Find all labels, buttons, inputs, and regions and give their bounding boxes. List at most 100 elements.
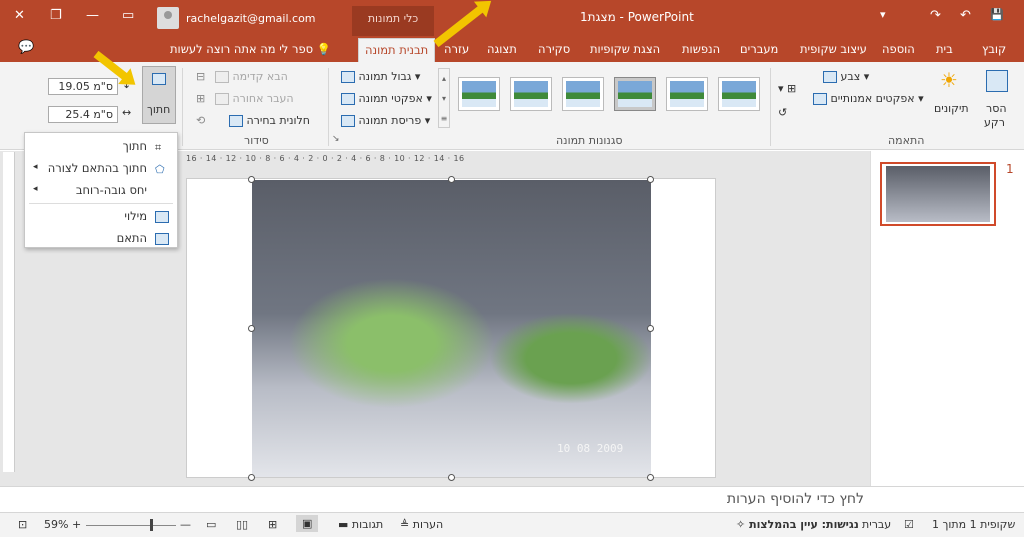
rotate-icon[interactable]: ⟲ (196, 114, 205, 127)
app-title: PowerPoint - מצגת1 (580, 10, 694, 24)
resize-handle[interactable] (448, 176, 455, 183)
ribbon-display-options-button[interactable]: ▭ (122, 8, 134, 23)
zoom-in-button[interactable]: — (180, 518, 191, 531)
resize-handle[interactable] (248, 474, 255, 481)
group-divider (770, 68, 771, 146)
reading-view-icon[interactable]: ▯▯ (236, 518, 248, 531)
tab-slideshow[interactable]: הצגת שקופיות (590, 42, 660, 56)
tell-me-search[interactable]: 💡 ספר לי מה אתה רוצה לעשות (170, 42, 331, 56)
slide-sorter-icon[interactable]: ⊞ (268, 518, 277, 531)
tab-file[interactable]: קובץ (982, 42, 1006, 56)
comments-button[interactable]: תגובות ▬ (338, 518, 383, 531)
send-backward-icon (215, 93, 229, 105)
zoom-level[interactable]: 59% (44, 518, 68, 531)
notes-pane[interactable]: לחץ כדי להוסיף הערות (0, 486, 1024, 512)
group-icon[interactable]: ⊞ (196, 92, 205, 105)
zoom-slider-thumb[interactable] (150, 519, 153, 531)
resize-handle[interactable] (248, 325, 255, 332)
tab-transitions[interactable]: מעברים (740, 42, 778, 56)
slide-number: 1 (1006, 162, 1014, 176)
picture-style-thumb[interactable] (562, 77, 604, 111)
bring-forward-button[interactable]: הבא קדימה (212, 70, 288, 83)
adjust-group-label: התאמה (888, 134, 925, 147)
resize-handle[interactable] (647, 176, 654, 183)
zoom-slider[interactable] (86, 525, 176, 526)
corrections-button[interactable]: ☀ תיקונים (930, 68, 970, 128)
width-input[interactable]: 25.4 ס"מ (48, 106, 118, 123)
send-backward-button[interactable]: העבר אחורה (212, 92, 294, 105)
align-icon[interactable]: ⊟ (196, 70, 205, 83)
menu-item-fill[interactable]: מילוי (124, 209, 147, 223)
group-divider (182, 68, 183, 146)
picture-style-thumb[interactable] (614, 77, 656, 111)
resize-handle[interactable] (647, 325, 654, 332)
height-input[interactable]: 19.05 ס"מ (48, 78, 118, 95)
picture-border-icon (341, 71, 355, 83)
selected-picture[interactable]: 10 08 2009 (252, 180, 651, 477)
crop-dropdown-menu: ⌗ חתוך ⬠ חתוך בהתאם לצורה ◂ יחס גובה-רוח… (24, 132, 178, 248)
menu-item-crop-to-shape[interactable]: חתוך בהתאם לצורה (48, 161, 147, 175)
tab-insert[interactable]: הוספה (882, 42, 915, 56)
resize-handle[interactable] (248, 176, 255, 183)
tab-animations[interactable]: הנפשות (682, 42, 720, 56)
language-status[interactable]: עברית (862, 518, 891, 531)
color-button[interactable]: ▾ צבע (820, 70, 869, 83)
styles-gallery-scroll[interactable]: ▴ ▾ ≡ (438, 68, 450, 128)
tab-help[interactable]: עזרה (444, 42, 469, 56)
picture-style-thumb[interactable] (666, 77, 708, 111)
accessibility-status[interactable]: נגישות: עיין בהמלצות ✧ (736, 518, 859, 531)
ribbon-tabs: 💬 💡 ספר לי מה אתה רוצה לעשות תבנית תמונה… (0, 36, 1024, 62)
picture-border-button[interactable]: ▾ גבול תמונה (338, 70, 420, 83)
remove-background-icon (986, 70, 1008, 92)
notes-button[interactable]: הערות ≜ (400, 518, 443, 531)
redo-button[interactable]: ↷ (930, 8, 941, 23)
qat-customize-button[interactable]: ▾ (880, 8, 886, 21)
restore-window-button[interactable]: ❐ (50, 8, 62, 23)
minimize-window-button[interactable]: — (86, 8, 99, 23)
remove-background-button[interactable]: הסר רקע (976, 68, 1016, 130)
resize-handle[interactable] (647, 474, 654, 481)
slide-thumbnail[interactable] (880, 162, 996, 226)
reset-picture-icon[interactable]: ↺ (778, 106, 787, 119)
accessibility-icon: ✧ (736, 518, 746, 531)
spelling-icon[interactable]: ☑ (904, 518, 914, 531)
undo-button[interactable]: ↶ (960, 8, 971, 23)
tab-design[interactable]: עיצוב שקופית (800, 42, 867, 56)
zoom-out-button[interactable]: + (72, 518, 81, 531)
artistic-effects-button[interactable]: ▾ אפקטים אמנותיים (810, 92, 924, 105)
menu-item-aspect-ratio[interactable]: יחס גובה-רוחב (76, 183, 147, 197)
menu-item-fit[interactable]: התאם (117, 231, 147, 245)
submenu-arrow-icon: ◂ (33, 162, 38, 172)
tab-picture-format[interactable]: תבנית תמונה (358, 38, 436, 62)
picture-layout-button[interactable]: ▾ פריסת תמונה (338, 114, 430, 127)
tab-view[interactable]: תצוגה (487, 42, 517, 56)
picture-style-thumb[interactable] (718, 77, 760, 111)
tab-review[interactable]: סקירה (538, 42, 570, 56)
comments-icon[interactable]: 💬 (18, 40, 34, 55)
picture-style-thumb[interactable] (510, 77, 552, 111)
crop-button[interactable]: חתוך (142, 66, 176, 124)
selection-pane-button[interactable]: חלונית בחירה (226, 114, 310, 127)
save-button[interactable]: 💾 (990, 8, 1004, 21)
user-email[interactable]: rachelgazit@gmail.com (186, 12, 316, 25)
normal-view-icon[interactable]: ▣ (296, 515, 319, 532)
fit-slide-icon[interactable]: ⊡ (18, 518, 27, 531)
tab-home[interactable]: בית (936, 42, 953, 56)
corrections-label: תיקונים (934, 102, 969, 115)
dialog-launcher-icon[interactable]: ↘ (332, 134, 340, 144)
picture-effects-button[interactable]: ▾ אפקטי תמונה (338, 92, 432, 105)
menu-item-crop[interactable]: חתוך (123, 139, 147, 153)
shape-icon: ⬠ (155, 163, 165, 176)
resize-handle[interactable] (448, 474, 455, 481)
slideshow-view-icon[interactable]: ▭ (206, 518, 216, 531)
notes-placeholder[interactable]: לחץ כדי להוסיף הערות (727, 491, 864, 507)
close-window-button[interactable]: ✕ (14, 8, 25, 23)
arrange-group-label: סידור (244, 134, 269, 147)
crop-icon (152, 73, 166, 85)
compress-icon[interactable]: ⊞ ▾ (778, 82, 796, 95)
fill-icon (155, 211, 169, 223)
avatar[interactable] (157, 7, 179, 29)
color-icon (823, 71, 837, 83)
picture-style-thumb[interactable] (458, 77, 500, 111)
photo-date-stamp: 10 08 2009 (557, 442, 624, 455)
